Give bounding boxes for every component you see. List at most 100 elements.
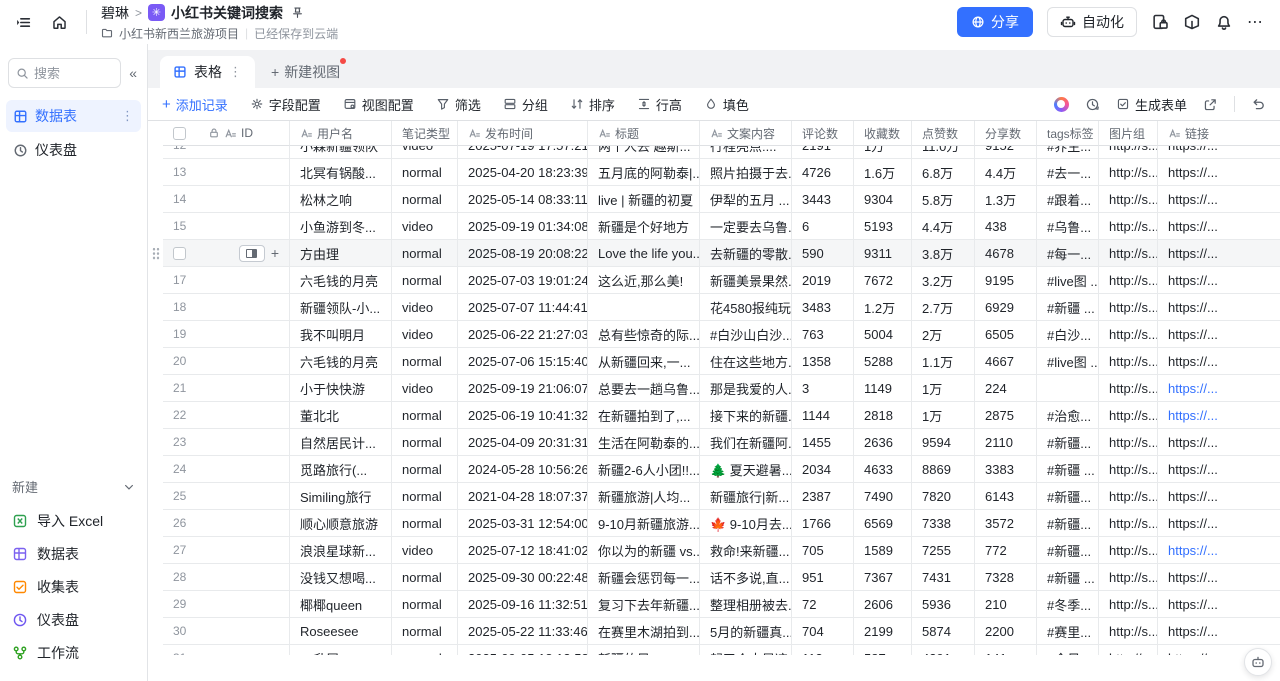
add-record-button[interactable]: + 添加记录 [162,95,228,114]
cell-username[interactable]: 小森新疆领队 [290,146,392,159]
cell-likes[interactable]: 2万 [912,321,975,348]
cell-publish-time[interactable]: 2025-05-14 08:33:11 [458,186,588,213]
column-header-collects[interactable]: 收藏数 [854,121,912,146]
cell-shares[interactable]: 438 [975,213,1037,240]
cell-images[interactable]: http://s... [1099,321,1158,348]
cell-comments[interactable]: 2019 [792,267,854,294]
collapse-sidebar-icon[interactable]: « [127,63,139,83]
cell-link[interactable]: https://... [1158,159,1280,186]
cell-shares[interactable]: 6143 [975,483,1037,510]
cell-collects[interactable]: 2636 [854,429,912,456]
cell-content[interactable]: 去新疆的零散... [700,240,792,267]
new-view-button[interactable]: + 新建视图 [255,56,356,88]
row-number[interactable]: 20 [173,354,199,368]
cell-publish-time[interactable]: 2025-06-22 21:27:03 [458,321,588,348]
row-height-button[interactable]: 行高 [637,95,682,114]
pin-icon[interactable] [291,6,304,19]
cell-link[interactable]: https://... [1158,510,1280,537]
cell-likes[interactable]: 3.2万 [912,267,975,294]
cell-username[interactable]: Roseesee [290,618,392,645]
cell-collects[interactable]: 5193 [854,213,912,240]
search-input[interactable] [34,66,88,81]
table-row[interactable]: 12 + 小森新疆领队 video 2025-07-19 17:57:21 两个… [148,146,1280,159]
table-row[interactable]: 29 + 椰椰queen normal 2025-09-16 11:32:51 … [148,591,1280,618]
cell-username[interactable]: 小鱼游到冬... [290,213,392,240]
cell-tags[interactable]: #新疆 ... [1037,564,1099,591]
column-header-username[interactable]: 用户名 [290,121,392,146]
cell-tags[interactable]: #乌鲁... [1037,213,1099,240]
table-row[interactable]: 16 + 方由理 normal 2025-08-19 20:08:22 Love… [148,240,1280,267]
cell-images[interactable]: http://s... [1099,645,1158,655]
cell-tags[interactable]: #新疆... [1037,483,1099,510]
cell-comments[interactable]: 951 [792,564,854,591]
cell-comments[interactable]: 6 [792,213,854,240]
cell-content[interactable]: 照片拍摄于去... [700,159,792,186]
cell-content[interactable]: 话不多说,直... [700,564,792,591]
fill-color-button[interactable]: 填色 [704,95,749,114]
cell-tags[interactable]: #新疆 ... [1037,456,1099,483]
row-number[interactable]: 29 [173,597,199,611]
table-row[interactable]: 28 + 没钱又想喝... normal 2025-09-30 00:22:48… [148,564,1280,591]
cell-collects[interactable]: 1.2万 [854,294,912,321]
cell-username[interactable]: 浪浪星球新... [290,537,392,564]
cell-likes[interactable]: 5.8万 [912,186,975,213]
home-icon[interactable] [46,9,72,35]
row-number[interactable]: 23 [173,435,199,449]
cell-id[interactable]: 23 + [163,429,290,456]
cell-comments[interactable]: 3483 [792,294,854,321]
cell-shares[interactable]: 4667 [975,348,1037,375]
cell-shares[interactable]: 3572 [975,510,1037,537]
cell-comments[interactable]: 3 [792,375,854,402]
cell-username[interactable]: 椰椰queen [290,591,392,618]
assistant-button[interactable] [1244,648,1272,676]
breadcrumb-project[interactable]: 小红书新西兰旅游项目 [119,25,239,42]
cell-collects[interactable]: 1.6万 [854,159,912,186]
cell-likes[interactable]: 7338 [912,510,975,537]
cell-notetype[interactable]: video [392,321,458,348]
cell-images[interactable]: http://s... [1099,213,1158,240]
cell-shares[interactable]: 2875 [975,402,1037,429]
cell-title[interactable]: 五月底的阿勒泰|... [588,159,700,186]
cell-username[interactable]: 方由理 [290,240,392,267]
cell-likes[interactable]: 3.8万 [912,240,975,267]
column-header-content[interactable]: 文案内容 [700,121,792,146]
cell-shares[interactable]: 224 [975,375,1037,402]
cell-likes[interactable]: 5936 [912,591,975,618]
column-header-comments[interactable]: 评论数 [792,121,854,146]
cell-username[interactable]: 六毛钱的月亮 [290,348,392,375]
cell-likes[interactable]: 4391 [912,645,975,655]
cell-publish-time[interactable]: 2025-07-03 19:01:24 [458,267,588,294]
cell-shares[interactable]: 2110 [975,429,1037,456]
cell-publish-time[interactable]: 2025-05-22 11:33:46 [458,618,588,645]
cell-title[interactable]: 在赛里木湖拍到... [588,618,700,645]
cell-publish-time[interactable]: 2025-07-19 17:57:21 [458,146,588,159]
automation-button[interactable]: 自动化 [1047,7,1137,37]
row-number[interactable]: 13 [173,165,199,179]
cell-collects[interactable]: 1589 [854,537,912,564]
new-item-workflow[interactable]: 工作流 [10,636,137,669]
cell-comments[interactable]: 3443 [792,186,854,213]
widget-icon[interactable] [1183,13,1201,31]
cell-images[interactable]: http://s... [1099,375,1158,402]
cell-link[interactable]: https://... [1158,348,1280,375]
table-row[interactable]: 17 + 六毛钱的月亮 normal 2025-07-03 19:01:24 这… [148,267,1280,294]
row-checkbox[interactable] [173,247,186,260]
generate-form-button[interactable]: 生成表单 [1116,95,1187,114]
cell-title[interactable]: 新疆会惩罚每一... [588,564,700,591]
cell-likes[interactable]: 7820 [912,483,975,510]
field-config-button[interactable]: 字段配置 [250,95,321,114]
cell-shares[interactable]: 4678 [975,240,1037,267]
cell-publish-time[interactable]: 2025-08-19 20:08:22 [458,240,588,267]
table-row[interactable]: 22 + 董北北 normal 2025-06-19 10:41:32 在新疆拍… [148,402,1280,429]
cell-content[interactable]: 整理相册被去... [700,591,792,618]
cell-likes[interactable]: 1万 [912,402,975,429]
cell-comments[interactable]: 4726 [792,159,854,186]
cell-tags[interactable]: #live图 ... [1037,267,1099,294]
cell-id[interactable]: 12 + [163,146,290,159]
cell-title[interactable]: 9-10月新疆旅游... [588,510,700,537]
new-item-import-excel[interactable]: 导入 Excel [10,504,137,537]
cell-comments[interactable]: 1766 [792,510,854,537]
tab-grid-view[interactable]: 表格 ⋮ [160,56,255,88]
breadcrumb-parent[interactable]: 碧琳 [101,3,129,23]
drag-handle-icon[interactable] [152,247,160,260]
